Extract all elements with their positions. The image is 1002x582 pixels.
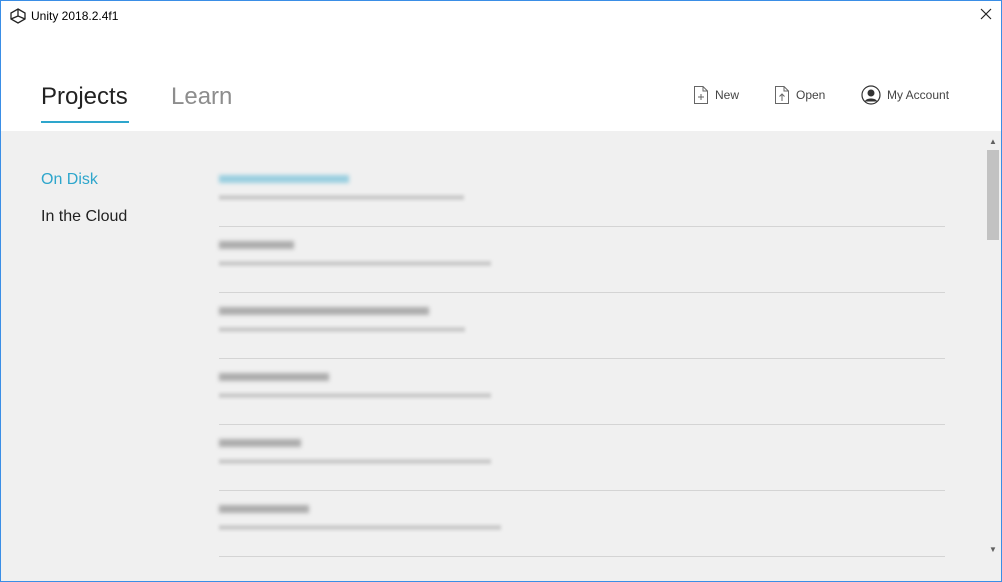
open-file-icon: [775, 86, 789, 104]
project-list: [219, 161, 945, 557]
close-button[interactable]: [971, 1, 1001, 31]
title-bar: Unity 2018.2.4f1: [1, 1, 1001, 31]
sidebar-item-in-the-cloud[interactable]: In the Cloud: [41, 208, 127, 226]
project-row[interactable]: [219, 359, 945, 425]
project-name: [219, 241, 294, 249]
launcher-window: Unity 2018.2.4f1 Projects Learn New Open…: [0, 0, 1002, 582]
my-account-button[interactable]: My Account: [861, 85, 949, 105]
vertical-scrollbar[interactable]: ▲ ▼: [985, 131, 1001, 581]
content-area: On Disk In the Cloud ▲ ▼: [1, 131, 1001, 581]
scroll-up-arrow-icon[interactable]: ▲: [985, 133, 1001, 149]
sidebar-item-on-disk[interactable]: On Disk: [41, 171, 98, 189]
project-row[interactable]: [219, 161, 945, 227]
tab-learn[interactable]: Learn: [171, 83, 232, 121]
open-project-button[interactable]: Open: [774, 85, 825, 105]
scroll-down-arrow-icon[interactable]: ▼: [985, 541, 1001, 557]
project-name: [219, 175, 349, 183]
tab-projects[interactable]: Projects: [41, 83, 129, 123]
new-file-icon: [694, 86, 708, 104]
project-row[interactable]: [219, 425, 945, 491]
window-title: Unity 2018.2.4f1: [31, 9, 119, 23]
scroll-thumb[interactable]: [987, 150, 999, 240]
project-path: [219, 525, 501, 530]
project-path: [219, 261, 491, 266]
unity-logo-icon: [10, 8, 26, 24]
project-path: [219, 195, 464, 200]
project-name: [219, 307, 429, 315]
user-avatar-icon: [861, 85, 881, 105]
project-path: [219, 327, 465, 332]
new-project-button[interactable]: New: [693, 85, 739, 105]
new-label: New: [715, 88, 740, 102]
project-name: [219, 373, 329, 381]
project-name: [219, 439, 301, 447]
my-account-label: My Account: [887, 88, 950, 102]
project-row[interactable]: [219, 491, 945, 557]
project-row[interactable]: [219, 227, 945, 293]
project-row[interactable]: [219, 293, 945, 359]
project-name: [219, 505, 309, 513]
close-icon: [980, 7, 992, 25]
project-path: [219, 393, 491, 398]
header: Projects Learn New Open My Account: [1, 31, 1001, 131]
project-path: [219, 459, 491, 464]
open-label: Open: [796, 88, 826, 102]
